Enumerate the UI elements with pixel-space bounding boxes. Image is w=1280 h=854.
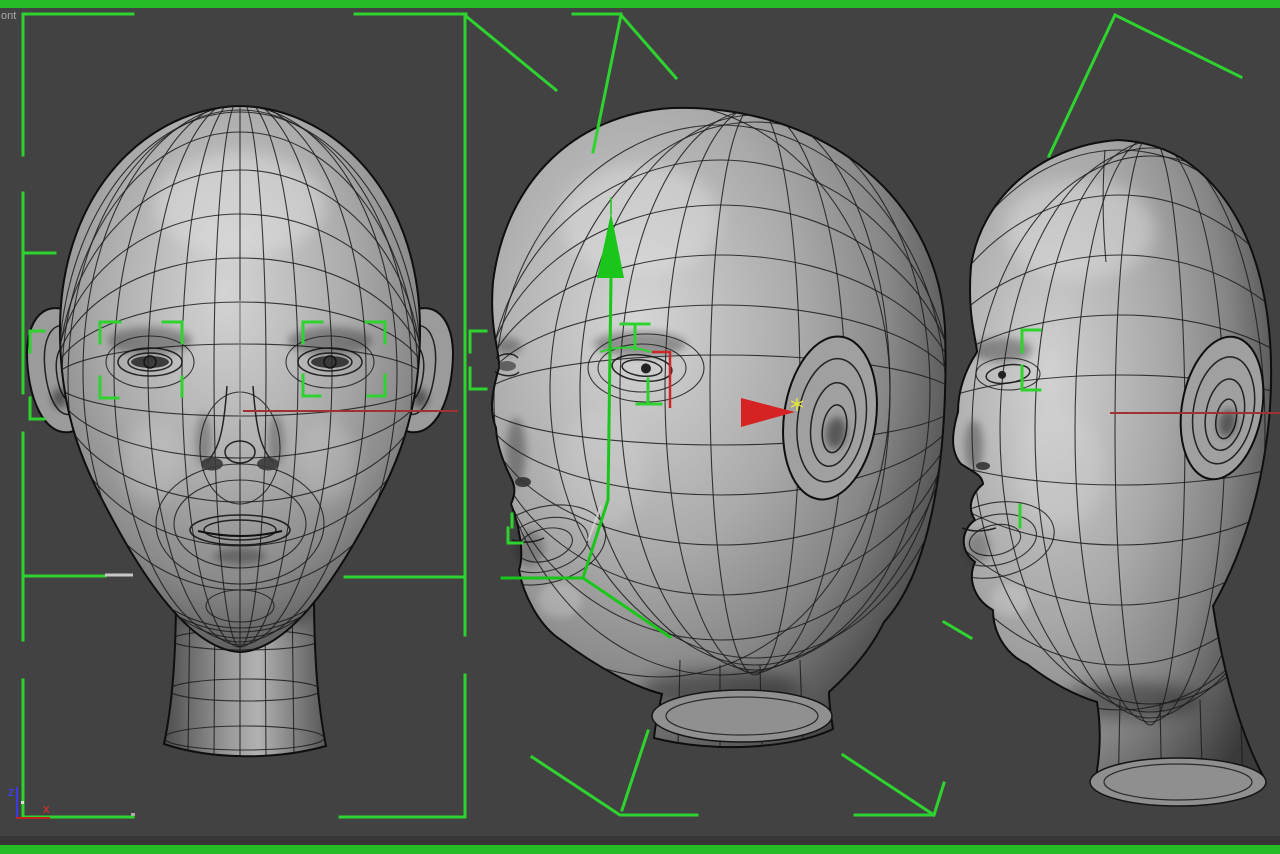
neck-rim xyxy=(651,689,833,743)
viewport-label[interactable]: ont xyxy=(1,10,16,22)
top-frame-bar xyxy=(0,0,1280,8)
z-axis-label: Z xyxy=(8,788,14,799)
bottom-edge-strip xyxy=(0,836,1280,845)
neck-rim xyxy=(1089,757,1267,807)
bracket-end-dot xyxy=(131,813,135,816)
bottom-frame-bar xyxy=(0,845,1280,854)
axis-origin-dot xyxy=(21,801,24,804)
viewport[interactable]: Z X ont xyxy=(0,0,1280,854)
x-axis-label: X xyxy=(43,805,50,816)
